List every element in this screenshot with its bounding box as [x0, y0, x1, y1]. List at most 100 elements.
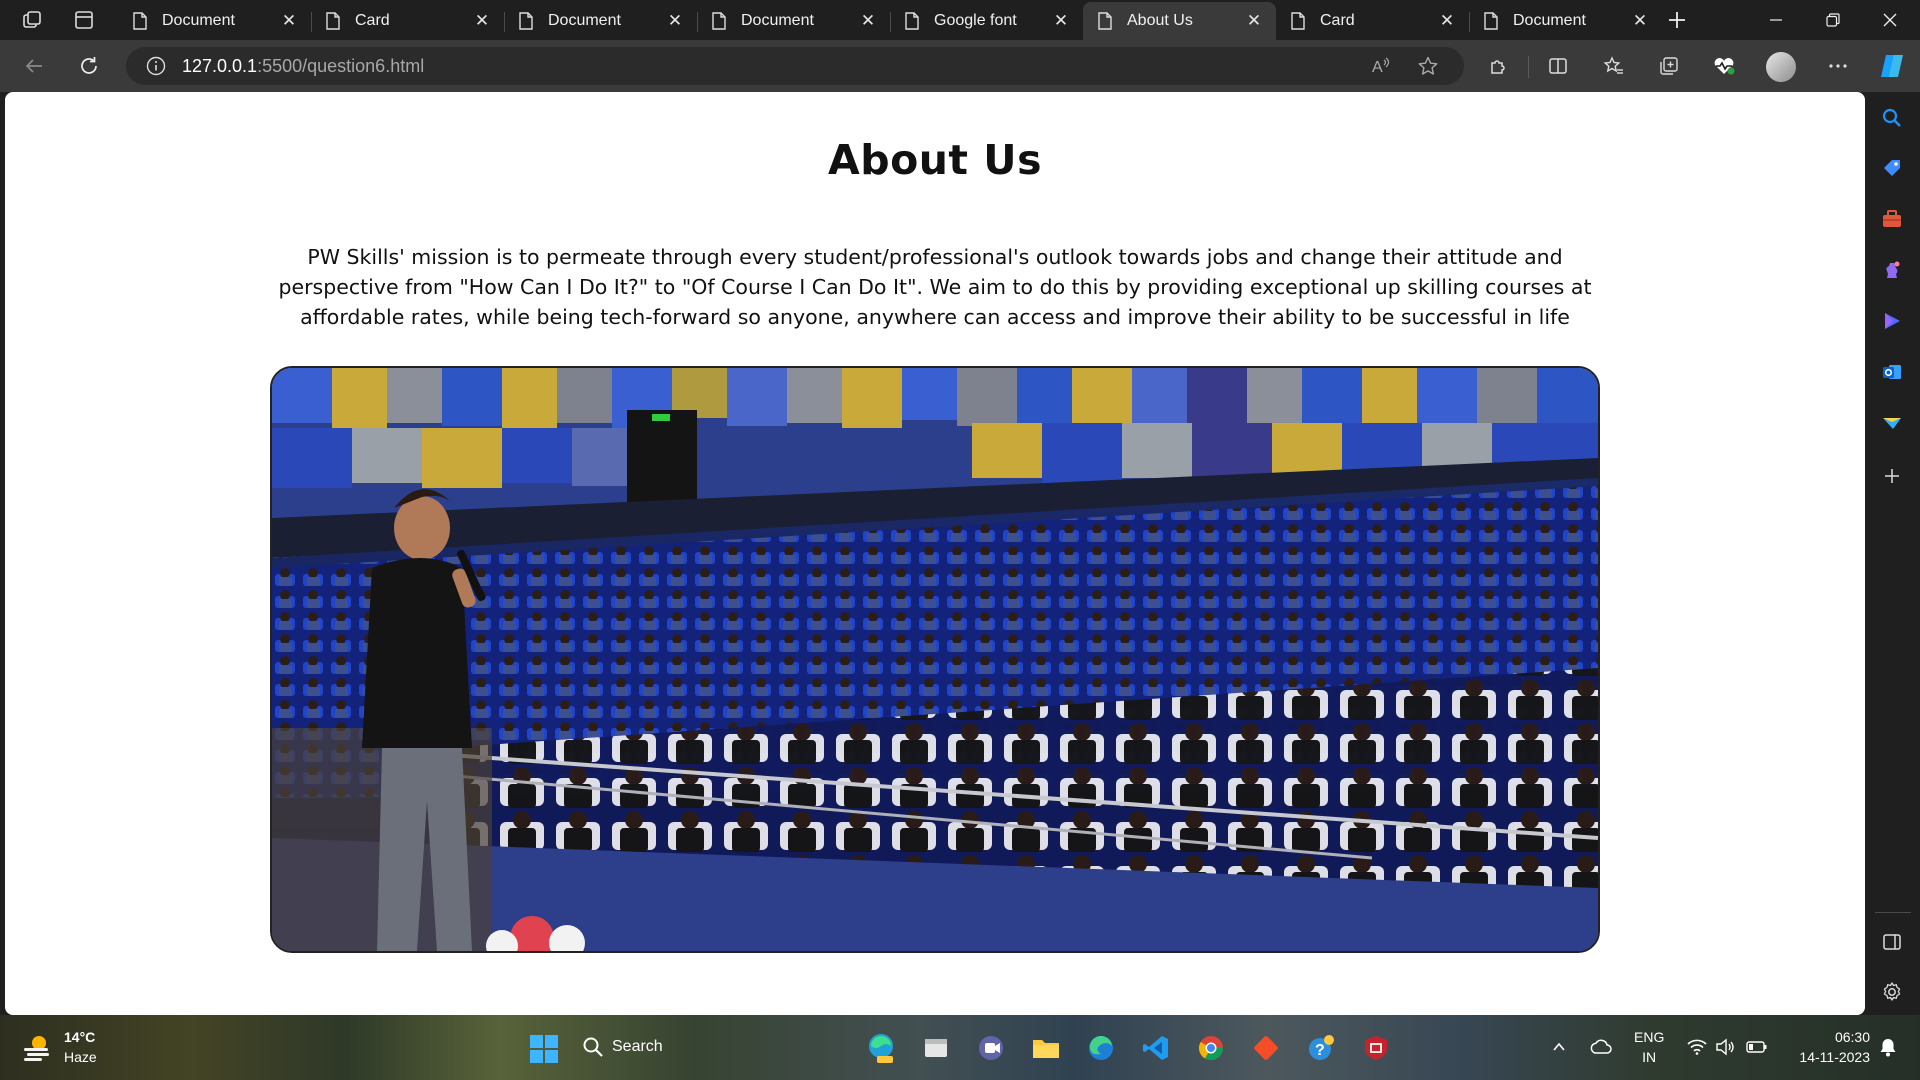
edge-beta-app-icon[interactable]	[860, 1027, 902, 1069]
language-code: ENG	[1634, 1029, 1665, 1045]
tab[interactable]: Document ✕	[697, 2, 890, 40]
tab[interactable]: Document ✕	[1469, 2, 1662, 40]
favorite-star-icon[interactable]	[1409, 47, 1447, 85]
favorites-icon[interactable]	[1596, 48, 1632, 84]
collections-icon[interactable]	[1651, 48, 1687, 84]
tab-title: Document	[1513, 12, 1586, 29]
tab-title: Google font	[934, 12, 1017, 29]
tab-active[interactable]: About Us ✕	[1083, 2, 1276, 40]
file-explorer-app-icon[interactable]	[915, 1027, 957, 1069]
minimize-button[interactable]	[1748, 0, 1804, 40]
auditorium-photo	[270, 366, 1600, 953]
site-info-icon[interactable]	[146, 56, 166, 76]
page-icon	[709, 11, 729, 31]
browser-essentials-icon[interactable]	[1706, 48, 1742, 84]
close-tab-icon[interactable]: ✕	[1049, 9, 1073, 33]
sidebar-copilot-designer-icon[interactable]	[1874, 303, 1910, 339]
more-options-icon[interactable]	[1820, 48, 1856, 84]
sidebar-tools-icon[interactable]	[1874, 201, 1910, 237]
sidebar-drop-icon[interactable]	[1874, 405, 1910, 441]
page-icon	[130, 11, 150, 31]
page-title: About Us	[827, 136, 1042, 184]
sidebar-add-icon[interactable]	[1874, 458, 1910, 494]
close-tab-icon[interactable]: ✕	[470, 9, 494, 33]
url-host: 127.0.0.1	[182, 55, 258, 76]
sidebar-separator	[1875, 912, 1911, 913]
mission-paragraph: PW Skills' mission is to permeate throug…	[278, 245, 1592, 329]
new-tab-button[interactable]	[1660, 4, 1694, 36]
start-button[interactable]	[524, 1029, 564, 1069]
sidebar-settings-icon[interactable]	[1874, 974, 1910, 1010]
page-icon	[323, 11, 343, 31]
close-tab-icon[interactable]: ✕	[277, 9, 301, 33]
svg-text:?: ?	[1315, 1042, 1325, 1059]
close-tab-icon[interactable]: ✕	[1242, 9, 1266, 33]
edge-sidebar	[1865, 92, 1920, 1015]
close-tab-icon[interactable]: ✕	[856, 9, 880, 33]
volume-icon[interactable]	[1712, 1033, 1738, 1061]
close-window-button[interactable]	[1862, 0, 1918, 40]
tab-title: Document	[741, 12, 814, 29]
read-aloud-icon[interactable]: A	[1362, 47, 1400, 85]
clock-date: 14-11-2023	[1799, 1049, 1870, 1065]
input-language[interactable]: ENG IN	[1634, 1027, 1664, 1067]
wifi-icon[interactable]	[1684, 1033, 1710, 1061]
sidebar-search-icon[interactable]	[1874, 100, 1910, 136]
edge-browser-app-icon[interactable]	[1080, 1027, 1122, 1069]
extensions-icon[interactable]	[1480, 48, 1516, 84]
restore-button[interactable]	[1805, 0, 1861, 40]
tab[interactable]: Card ✕	[311, 2, 504, 40]
tab-strip: Document ✕ Card ✕ Document ✕ Document ✕ Google f…	[0, 0, 1920, 40]
taskbar-search-label: Search	[612, 1038, 663, 1055]
sidebar-outlook-icon[interactable]	[1874, 354, 1910, 390]
tab-title: Document	[548, 12, 621, 29]
windows-taskbar: 14°C Haze Search ? ENG IN 06:30 14-11-20…	[0, 1015, 1920, 1080]
page-viewport: About Us PW Skills' mission is to permea…	[5, 92, 1865, 1015]
profile-avatar[interactable]	[1766, 52, 1796, 82]
tab[interactable]: Document ✕	[504, 2, 697, 40]
page-icon	[516, 11, 536, 31]
refresh-button[interactable]	[71, 48, 107, 84]
weather-temperature[interactable]: 14°C	[64, 1029, 95, 1045]
vscode-app-icon[interactable]	[1135, 1027, 1177, 1069]
tab[interactable]: Document ✕	[118, 2, 311, 40]
weather-icon[interactable]	[20, 1031, 54, 1065]
tab[interactable]: Card ✕	[1276, 2, 1469, 40]
teams-app-icon[interactable]	[970, 1027, 1012, 1069]
workspaces-icon[interactable]	[14, 4, 50, 36]
system-clock[interactable]: 06:30 14-11-2023	[1784, 1027, 1870, 1067]
onedrive-tray-icon[interactable]	[1586, 1033, 1616, 1061]
tab[interactable]: Google font ✕	[890, 2, 1083, 40]
back-button[interactable]	[16, 48, 52, 84]
clock-time: 06:30	[1834, 1029, 1870, 1045]
close-tab-icon[interactable]: ✕	[1435, 9, 1459, 33]
show-hidden-icons-chevron-icon[interactable]	[1546, 1033, 1572, 1061]
page-icon	[1095, 11, 1115, 31]
sidebar-hide-icon[interactable]	[1874, 924, 1910, 960]
chrome-app-icon[interactable]	[1190, 1027, 1232, 1069]
security-app-icon[interactable]	[1355, 1027, 1397, 1069]
notification-bell-icon[interactable]	[1874, 1033, 1902, 1061]
tab-title: Card	[1320, 12, 1355, 29]
close-tab-icon[interactable]: ✕	[1628, 9, 1652, 33]
taskbar-search[interactable]: Search	[582, 1027, 772, 1067]
page-icon	[1288, 11, 1308, 31]
sidebar-shopping-icon[interactable]	[1874, 150, 1910, 186]
folder-app-icon[interactable]	[1025, 1027, 1067, 1069]
help-app-icon[interactable]: ?	[1300, 1027, 1342, 1069]
address-bar[interactable]: 127.0.0.1:5500/question6.html A	[126, 47, 1464, 85]
close-tab-icon[interactable]: ✕	[663, 9, 687, 33]
battery-icon[interactable]	[1744, 1033, 1770, 1061]
sidebar-games-icon[interactable]	[1874, 252, 1910, 288]
url-path: :5500/question6.html	[257, 55, 425, 76]
copilot-icon[interactable]	[1874, 48, 1910, 84]
split-screen-icon[interactable]	[1540, 48, 1576, 84]
tab-actions-icon[interactable]	[66, 4, 102, 36]
tab-title: Card	[355, 12, 390, 29]
taskbar-search-icon	[583, 1037, 603, 1057]
page-icon	[902, 11, 922, 31]
git-app-icon[interactable]	[1245, 1027, 1287, 1069]
svg-text:A: A	[1372, 59, 1383, 76]
weather-condition[interactable]: Haze	[64, 1049, 97, 1065]
url-text[interactable]: 127.0.0.1:5500/question6.html	[182, 56, 424, 77]
